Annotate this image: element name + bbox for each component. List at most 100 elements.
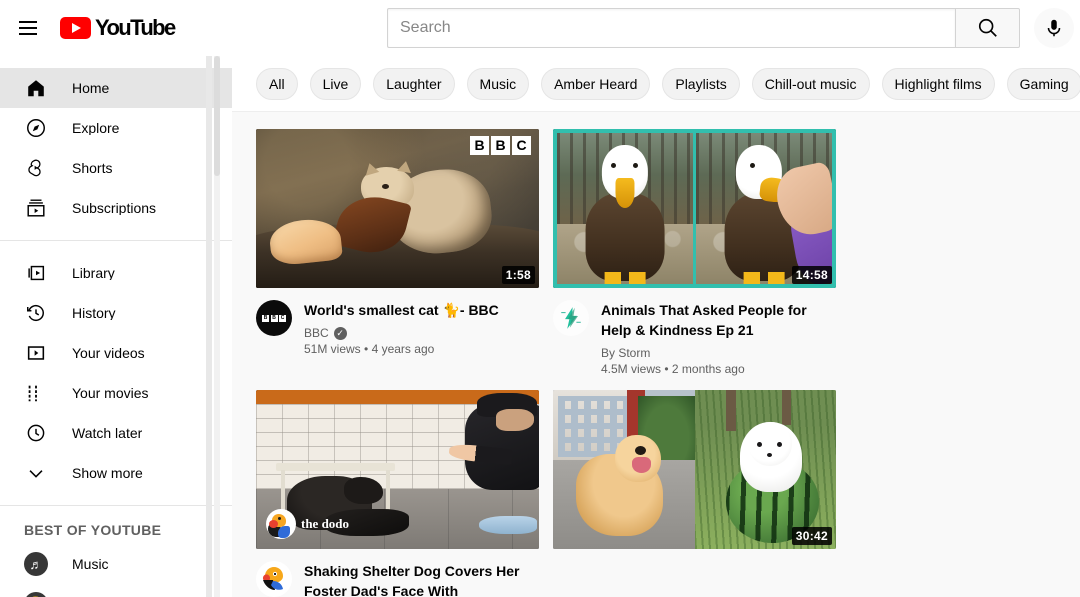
filter-chip-all[interactable]: All [256,67,298,100]
library-icon [24,261,48,285]
sidebar-item-label: Music [72,557,109,571]
sidebar-item-your-movies[interactable]: Your movies [0,373,232,413]
filter-chip-live[interactable]: Live [309,67,362,100]
sidebar-primary-section: Home Explore Shorts Subscriptions [0,56,232,240]
thumbnail-art-eagles [553,129,836,288]
sidebar-item-music[interactable]: ♬ Music [0,544,232,584]
search-bar [387,8,1020,48]
video-info: Animals That Asked People for Help & Kin… [553,300,836,376]
sidebar-item-label: Library [72,266,115,280]
sidebar-section-title: BEST OF YOUTUBE [24,522,162,538]
search-button[interactable] [955,8,1020,48]
filter-chip-chill-out-music[interactable]: Chill-out music [751,67,870,100]
sidebar-scroll-gutter [206,56,212,597]
sidebar-item-shorts[interactable]: Shorts [0,148,232,188]
sidebar-item-label: Your videos [72,346,145,360]
video-thumbnail[interactable]: 30:42 [553,390,836,549]
view-count: 51M views [304,342,361,356]
video-card[interactable]: BBC 1:58 B B C World's smallest cat 🐈- B… [256,129,539,376]
header-search-group [387,8,1074,48]
sidebar-item-sports[interactable]: 🏆 Sports [0,584,232,597]
dodo-watermark-text: the dodo [301,516,350,531]
sidebar-item-label: Explore [72,121,120,135]
header-left-group: YouTube [0,8,232,48]
the-dodo-watermark: the dodo [266,509,349,539]
hamburger-menu-icon[interactable] [8,8,48,48]
filter-chip-partial[interactable]: Gaming [1006,67,1080,100]
upload-age: 2 months ago [671,362,745,376]
sidebar-item-label: Your movies [72,386,149,400]
sidebar-item-home[interactable]: Home [0,68,232,108]
filter-chip-music[interactable]: Music [466,67,530,100]
history-clock-icon [24,301,48,325]
sidebar-item-label: Shorts [72,161,113,175]
sidebar-item-history[interactable]: History [0,293,232,333]
sidebar-item-label: Show more [72,466,143,480]
video-thumbnail[interactable]: BBC 1:58 [256,129,539,288]
video-stats: 4.5M views • 2 months ago [601,362,745,376]
video-title[interactable]: World's smallest cat 🐈- BBC [304,300,539,320]
lightning-bolt-avatar[interactable] [553,300,589,336]
video-title[interactable]: Animals That Asked People for Help & Kin… [601,300,836,340]
search-input[interactable] [387,8,955,48]
video-thumbnail[interactable]: the dodo [256,390,539,549]
video-thumbnail[interactable]: 14:58 [553,129,836,288]
video-duration-badge: 14:58 [791,265,832,284]
dodo-bird-icon [266,509,296,539]
channel-line: BBC ✓ [304,326,539,340]
channel-name[interactable]: BBC [304,326,329,340]
home-icon [24,76,48,100]
channel-name[interactable]: By Storm [601,346,650,360]
sidebar-item-label: Watch later [72,426,143,440]
sidebar-item-your-videos[interactable]: Your videos [0,333,232,373]
filter-chip-highlight-films[interactable]: Highlight films [881,67,995,100]
thumbnail-art-puppies [553,390,836,549]
main-content-area: All Live Laughter Music Amber Heard Play… [232,56,1080,597]
video-card[interactable]: 14:58 Animals That Asked People for Help… [553,129,836,376]
voice-search-button[interactable] [1034,8,1074,48]
video-grid: BBC 1:58 B B C World's smallest cat 🐈- B… [232,113,1080,597]
youtube-home-page: YouTube Search Home Explore Shorts Subsc… [0,0,1080,597]
verified-badge-icon: ✓ [333,326,347,340]
brand-name: YouTube [95,15,176,40]
video-info: B B C World's smallest cat 🐈- BBC BBC ✓ … [256,300,539,356]
video-duration-badge: 30:42 [791,526,832,545]
upload-age: 4 years ago [371,342,435,356]
top-header-bar: YouTube [0,0,1080,56]
your-videos-icon [24,341,48,365]
video-card[interactable]: the dodo Shaking Shelter Dog Covers Her … [256,390,539,597]
view-count: 4.5M views [601,362,662,376]
sidebar-item-label: Home [72,81,110,95]
filter-chips-bar[interactable]: All Live Laughter Music Amber Heard Play… [232,56,1080,112]
sidebar-item-show-more[interactable]: Show more [0,453,232,493]
sidebar-item-explore[interactable]: Explore [0,108,232,148]
sidebar-library-section: Library History Your videos Your movies … [0,241,232,505]
sidebar-scrollbar-thumb[interactable] [214,56,220,176]
sidebar-item-label: History [72,306,116,320]
chevron-down-icon [24,461,48,485]
video-stats: 51M views • 4 years ago [304,342,435,356]
sidebar-item-subscriptions[interactable]: Subscriptions [0,188,232,228]
filter-chip-playlists[interactable]: Playlists [662,67,740,100]
filter-chip-amber-heard[interactable]: Amber Heard [541,67,651,100]
film-strip-icon [24,381,48,405]
subscriptions-icon [24,196,48,220]
dodo-bird-avatar[interactable] [256,561,292,597]
music-note-avatar-icon: ♬ [24,552,48,576]
filter-chip-laughter[interactable]: Laughter [373,67,455,100]
bbc-logo-avatar[interactable]: B B C [256,300,292,336]
microphone-icon [1047,19,1061,37]
video-title[interactable]: Shaking Shelter Dog Covers Her Foster Da… [304,561,539,597]
search-icon [978,18,997,37]
youtube-logo[interactable]: YouTube [60,15,176,40]
sidebar-best-of-section: BEST OF YOUTUBE ♬ Music 🏆 Sports [0,506,232,597]
sidebar-item-library[interactable]: Library [0,253,232,293]
youtube-play-icon [60,17,91,39]
video-card[interactable]: 30:42 [553,390,836,597]
shorts-icon [24,156,48,180]
compass-icon [24,116,48,140]
sidebar-item-label: Subscriptions [72,201,157,215]
sidebar-item-watch-later[interactable]: Watch later [0,413,232,453]
left-sidebar[interactable]: Home Explore Shorts Subscriptions Librar… [0,56,232,597]
video-info: Shaking Shelter Dog Covers Her Foster Da… [256,561,539,597]
